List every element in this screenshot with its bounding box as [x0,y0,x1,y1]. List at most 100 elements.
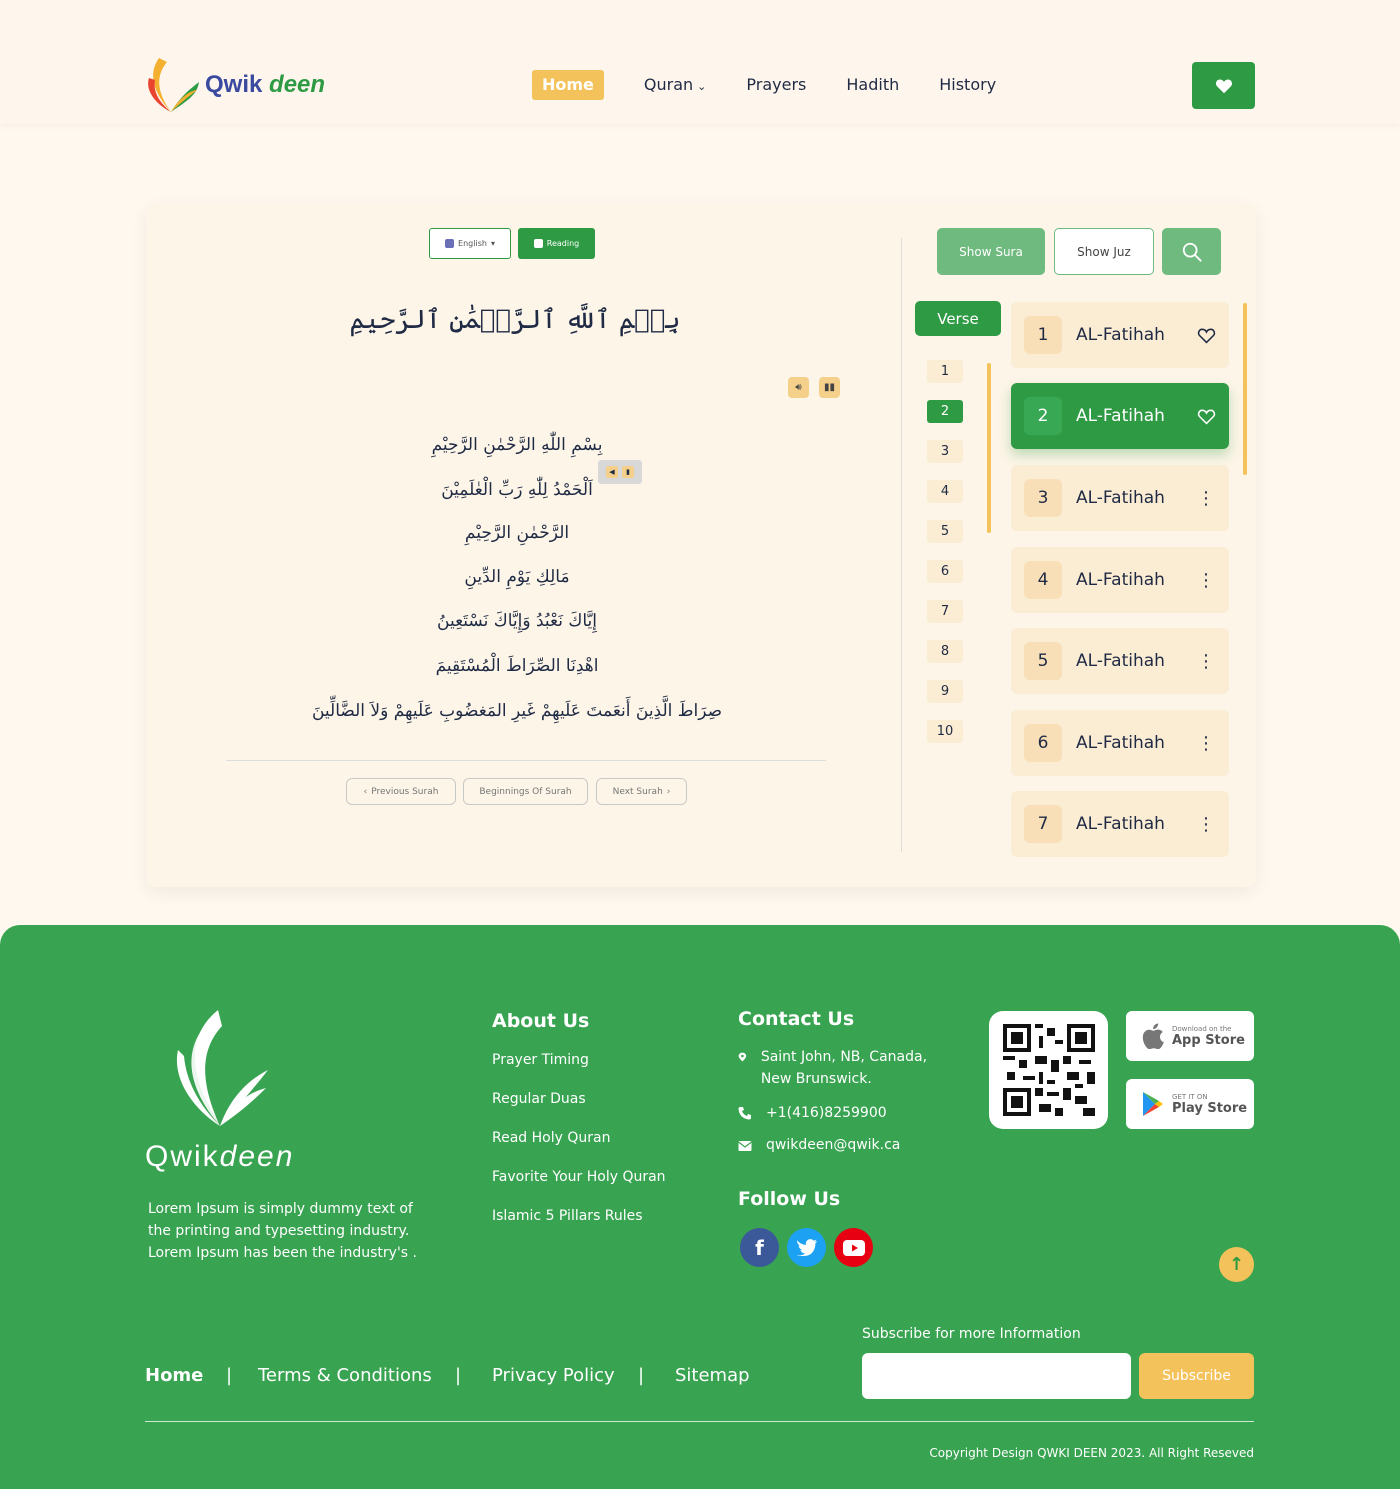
nav-quran[interactable]: Quran ⌄ [644,70,706,100]
footer-bottom-home[interactable]: Home [145,1365,203,1386]
book-icon [533,239,543,248]
verse-line: بِسْمِ اللّٰهِ الرَّحْمٰنِ الرَّحِيْمِ [431,435,603,455]
heart-outline-icon[interactable] [1191,327,1221,344]
qr-code-icon [1002,1024,1095,1116]
sura-name: AL-Fatihah [1076,406,1165,426]
sura-card-7[interactable]: 7 AL-Fatihah ⋮ [1011,791,1229,857]
twitter-icon[interactable] [787,1228,826,1267]
sura-card-2[interactable]: 2 AL-Fatihah [1011,383,1229,449]
verse-number-8[interactable]: 8 [927,640,963,663]
sura-number: 2 [1024,397,1062,435]
sura-card-3[interactable]: 3 AL-Fatihah ⋮ [1011,465,1229,531]
verse-controls[interactable]: ◀ ▮ [598,460,642,484]
favorites-button[interactable] [1192,62,1255,109]
footer-link-regular-duas[interactable]: Regular Duas [492,1091,586,1107]
subscribe-email-input[interactable] [862,1353,1131,1399]
address-text: Saint John, NB, Canada, New Brunswick. [760,1049,928,1087]
verse-line: الرَّحْمٰنِ الرَّحِيْمِ [464,523,570,543]
book-view-icon[interactable]: ▮▮ [819,377,840,398]
verse-line: اَلْحَمْدُ لِلّٰهِ رَبِّ الْعٰلَمِيْنَ [441,480,593,500]
sura-name: AL-Fatihah [1076,325,1165,345]
verse-number-1[interactable]: 1 [927,360,963,383]
sura-name: AL-Fatihah [1076,488,1165,508]
language-dropdown[interactable]: English ▾ [429,228,511,259]
footer-bottom-privacy[interactable]: Privacy Policy [492,1365,615,1386]
verse-number-5[interactable]: 5 [927,520,963,543]
sura-card-4[interactable]: 4 AL-Fatihah ⋮ [1011,547,1229,613]
beginning-of-surah-button[interactable]: Beginnings Of Surah [463,778,588,805]
speaker-icon[interactable]: ◀ [606,466,618,478]
apple-icon [1142,1023,1164,1049]
logo[interactable]: Qwik deen [145,50,325,120]
google-play-icon [1143,1092,1163,1116]
youtube-icon[interactable] [834,1228,873,1267]
phone-text: +1(416)8259900 [766,1105,887,1121]
reading-mode-label: Reading [546,239,580,248]
arrow-up-icon: ↑ [1228,1254,1245,1275]
verse-number-6[interactable]: 6 [927,560,963,583]
verse-scrollbar[interactable] [987,363,991,533]
verse-tab[interactable]: Verse [915,301,1001,336]
more-vertical-icon[interactable]: ⋮ [1191,651,1221,672]
more-vertical-icon[interactable]: ⋮ [1191,488,1221,509]
footer-separator: | [455,1365,462,1386]
surah-title-arabic: بِسۡمِ ٱللَّهِ ٱلرَّحۡمَٰنِ ٱلرَّحِيمِ [349,305,681,335]
show-sura-button[interactable]: Show Sura [937,228,1045,275]
play-store-big-text: Play Store [1172,1100,1248,1116]
sura-number: 5 [1024,642,1062,680]
language-label: English [458,239,487,248]
next-surah-button[interactable]: Next Surah › [596,778,687,805]
verse-number-7[interactable]: 7 [927,600,963,623]
sura-card-5[interactable]: 5 AL-Fatihah ⋮ [1011,628,1229,694]
mail-icon [738,1141,752,1151]
nav-history[interactable]: History [939,70,996,100]
scroll-to-top-button[interactable]: ↑ [1219,1247,1254,1282]
reading-mode-button[interactable]: Reading [518,228,595,259]
audio-play-icon[interactable]: 🔊︎ [788,377,809,398]
sura-scrollbar[interactable] [1243,303,1247,475]
sura-number: 6 [1024,724,1062,762]
footer-link-pillars[interactable]: Islamic 5 Pillars Rules [492,1208,643,1224]
sura-name: AL-Fatihah [1076,733,1165,753]
footer-link-prayer-timing[interactable]: Prayer Timing [492,1052,589,1068]
verse-number-2[interactable]: 2 [927,400,963,423]
follow-heading: Follow Us [738,1188,841,1210]
footer-description: Lorem Ipsum is simply dummy text of the … [148,1201,417,1261]
contact-email[interactable]: qwikdeen@qwik.ca [738,1134,900,1156]
email-text: qwikdeen@qwik.ca [766,1137,901,1153]
nav-home[interactable]: Home [532,70,604,100]
sura-card-1[interactable]: 1 AL-Fatihah [1011,302,1229,368]
nav-hadith[interactable]: Hadith [846,70,899,100]
footer-bottom-sitemap[interactable]: Sitemap [675,1365,750,1386]
play-store-button[interactable]: GET IT ON Play Store [1126,1079,1254,1129]
copyright-text: Copyright Design QWKI DEEN 2023. All Rig… [929,1446,1254,1460]
more-vertical-icon[interactable]: ⋮ [1191,733,1221,754]
sura-card-6[interactable]: 6 AL-Fatihah ⋮ [1011,710,1229,776]
chevron-right-icon: › [666,786,671,797]
previous-surah-button[interactable]: ‹ Previous Surah [346,778,456,805]
nav-prayers[interactable]: Prayers [746,70,806,100]
footer-bottom-terms[interactable]: Terms & Conditions [258,1365,432,1386]
book-icon[interactable]: ▮ [622,466,634,478]
next-surah-label: Next Surah [612,786,663,797]
show-juz-button[interactable]: Show Juz [1054,228,1154,275]
more-vertical-icon[interactable]: ⋮ [1191,814,1221,835]
facebook-icon[interactable]: f [740,1228,779,1267]
contact-phone[interactable]: +1(416)8259900 [738,1102,887,1124]
verse-number-10[interactable]: 10 [927,720,963,743]
sura-name: AL-Fatihah [1076,651,1165,671]
footer-link-read-quran[interactable]: Read Holy Quran [492,1130,610,1146]
verse-number-4[interactable]: 4 [927,480,963,503]
app-store-button[interactable]: Download on the App Store [1126,1011,1254,1061]
subscribe-button[interactable]: Subscribe [1139,1353,1254,1399]
logo-icon [148,58,199,112]
more-vertical-icon[interactable]: ⋮ [1191,570,1221,591]
footer-link-favorite-quran[interactable]: Favorite Your Holy Quran [492,1169,666,1185]
search-button[interactable] [1162,228,1221,275]
heart-outline-icon[interactable] [1191,408,1221,425]
nav-quran-label: Quran [643,75,694,94]
location-pin-icon [738,1052,747,1062]
verse-number-3[interactable]: 3 [927,440,963,463]
reader-divider [226,760,826,761]
verse-number-9[interactable]: 9 [927,680,963,703]
